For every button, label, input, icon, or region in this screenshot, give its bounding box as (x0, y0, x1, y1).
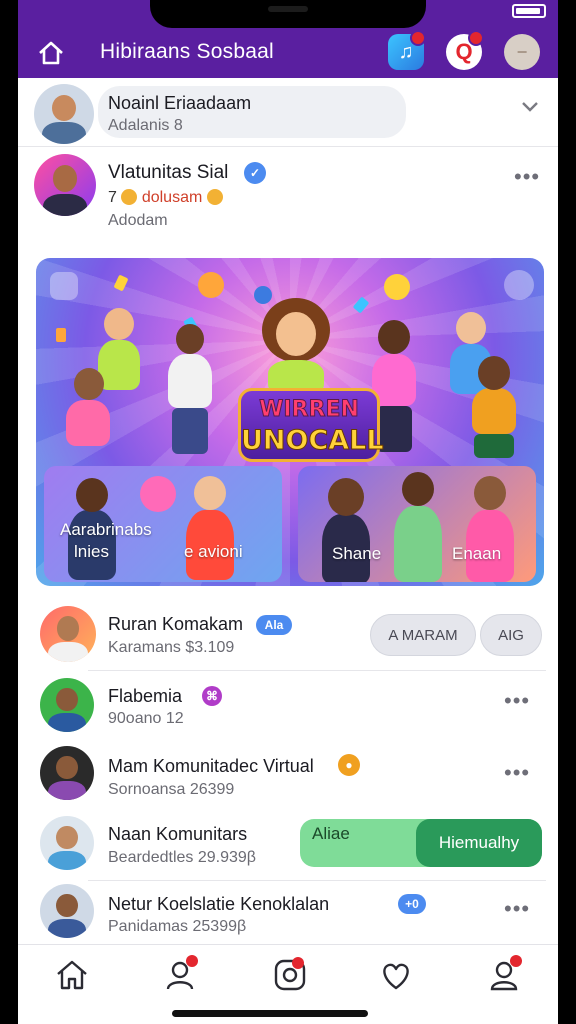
more-options-icon[interactable]: ••• (504, 688, 530, 714)
status-badge: Ala (256, 615, 292, 635)
user-subtitle: Karamans $3.109 (108, 639, 235, 656)
user-subtitle: 90oano 12 (108, 710, 184, 727)
neutral-face-icon: − (516, 41, 528, 62)
home-tab[interactable] (52, 955, 92, 995)
likes-tab[interactable] (376, 955, 416, 995)
featured-user-row[interactable]: Vlatunitas Sial ✓ 7 dolusam Adodam ••• (18, 150, 558, 250)
camera-tab[interactable] (270, 955, 310, 995)
notification-badge (410, 30, 426, 46)
user-name: Ruran Komakam (108, 614, 244, 634)
home-icon[interactable] (36, 38, 66, 68)
user-name: Netur Koelslatie Kenoklalan (108, 894, 330, 914)
home-icon (57, 960, 87, 990)
divider (88, 670, 546, 671)
verified-icon: ✓ (244, 162, 266, 184)
tile-label-line2: lnies (74, 542, 109, 561)
confetti (56, 328, 66, 342)
list-item[interactable]: Naan Komunitars Beardedtles 29.939β Alia… (18, 810, 558, 878)
featured-banner[interactable]: WIRREN UNOCALL Aarabrinabs lnies e avion… (36, 258, 544, 586)
user-subtitle: Panidamas 25399β (108, 918, 247, 935)
list-item[interactable]: Flabemia ⌘ 90oano 12 ••• (18, 674, 558, 736)
avatar (34, 154, 96, 216)
avatar (40, 606, 96, 662)
home-indicator (172, 1010, 368, 1017)
q-app-icon[interactable]: Q (446, 30, 484, 70)
banner-tile-left[interactable]: Aarabrinabs lnies e avioni (44, 466, 282, 582)
user-subtitle: Beardedtles 29.939β (108, 849, 256, 866)
tile-label-line1: Shane (332, 544, 382, 563)
status-badge: ● (338, 754, 360, 776)
notification-dot (186, 955, 198, 967)
character (464, 350, 524, 460)
logo-line-1: WIRREN (259, 397, 360, 423)
notification-badge (468, 30, 484, 46)
more-options-icon[interactable]: ••• (514, 164, 540, 190)
phone-frame: Hibiraans Sosbaal ♫ Q − Noainl Eriaadaam… (0, 0, 576, 1024)
status-badge: +0 (398, 894, 426, 914)
avatar (40, 746, 94, 800)
character (162, 320, 218, 460)
tile-label-line3: e avioni (184, 542, 243, 561)
avatar (34, 84, 94, 144)
music-app-icon[interactable]: ♫ (388, 30, 426, 70)
user-name: Mam Komunitadec Virtual (108, 756, 314, 776)
sparkle-icon (384, 274, 410, 300)
action-button[interactable]: A MARAM (370, 614, 476, 656)
camera-icon (274, 959, 306, 991)
banner-tile-right[interactable]: Shane Enaan (298, 466, 536, 582)
character (180, 472, 240, 582)
character (388, 468, 448, 582)
profile-avatar[interactable]: − (504, 34, 540, 70)
character (254, 298, 338, 394)
more-options-icon[interactable]: ••• (504, 760, 530, 786)
emoji-icon (121, 189, 138, 205)
chip-label: Aliae (312, 824, 350, 843)
phone-notch (150, 0, 426, 28)
list-item[interactable]: Mam Komunitadec Virtual ● Sornoansa 2639… (18, 740, 558, 806)
battery-icon (512, 4, 546, 18)
status-bar (18, 0, 558, 30)
chevron-down-icon[interactable] (520, 100, 540, 119)
heart-icon (383, 963, 409, 990)
banner-logo: WIRREN UNOCALL (238, 388, 385, 462)
user-name: Noainl Eriaadaam (108, 93, 252, 113)
emoji-icon (206, 189, 223, 205)
character (316, 476, 376, 582)
tile-label-line1: Aarabrinabs (60, 520, 152, 539)
lollipop-icon (140, 476, 176, 512)
divider (18, 146, 558, 147)
user-name: Naan Komunitars (108, 824, 248, 844)
edit-icon[interactable] (504, 270, 534, 300)
list-item[interactable]: Ruran Komakam Ala Karamans $3.109 A MARA… (18, 600, 558, 670)
user-name: Vlatunitas Sial (108, 162, 229, 183)
character (460, 472, 520, 582)
user-subtitle: Sornoansa 26399 (108, 781, 235, 798)
secondary-button[interactable]: AIG (480, 614, 542, 656)
notification-dot (510, 955, 522, 967)
action-button[interactable]: Hiemualhy (416, 819, 542, 867)
user-subtitle: Adalanis 8 (108, 117, 183, 134)
app-title: Hibiraans Sosbaal (100, 40, 274, 63)
list-item[interactable]: Netur Koelslatie Kenoklalan +0 Panidamas… (18, 880, 558, 942)
user-stats: 7 dolusam (108, 189, 223, 207)
character (60, 362, 116, 472)
suggested-user-row[interactable]: Noainl Eriaadaam Adalanis 8 (18, 80, 558, 146)
tile-label-line2: Enaan (452, 544, 502, 563)
app-header: Hibiraans Sosbaal ♫ Q − (18, 28, 558, 78)
people-tab[interactable] (160, 955, 200, 995)
notch-speaker (268, 6, 308, 12)
user-name: Flabemia (108, 686, 183, 706)
status-badge: ⌘ (202, 686, 222, 706)
app-screen: Hibiraans Sosbaal ♫ Q − Noainl Eriaadaam… (18, 0, 558, 1024)
shield-icon (50, 272, 78, 300)
notification-dot (292, 957, 304, 969)
avatar (40, 816, 94, 870)
profile-tab[interactable] (484, 955, 524, 995)
avatar (40, 678, 94, 732)
logo-line-2: UNOCALL (241, 425, 385, 457)
more-options-icon[interactable]: ••• (504, 896, 530, 922)
user-subtitle: Adodam (108, 212, 168, 229)
avatar (40, 884, 94, 938)
sparkle-icon (198, 272, 224, 298)
